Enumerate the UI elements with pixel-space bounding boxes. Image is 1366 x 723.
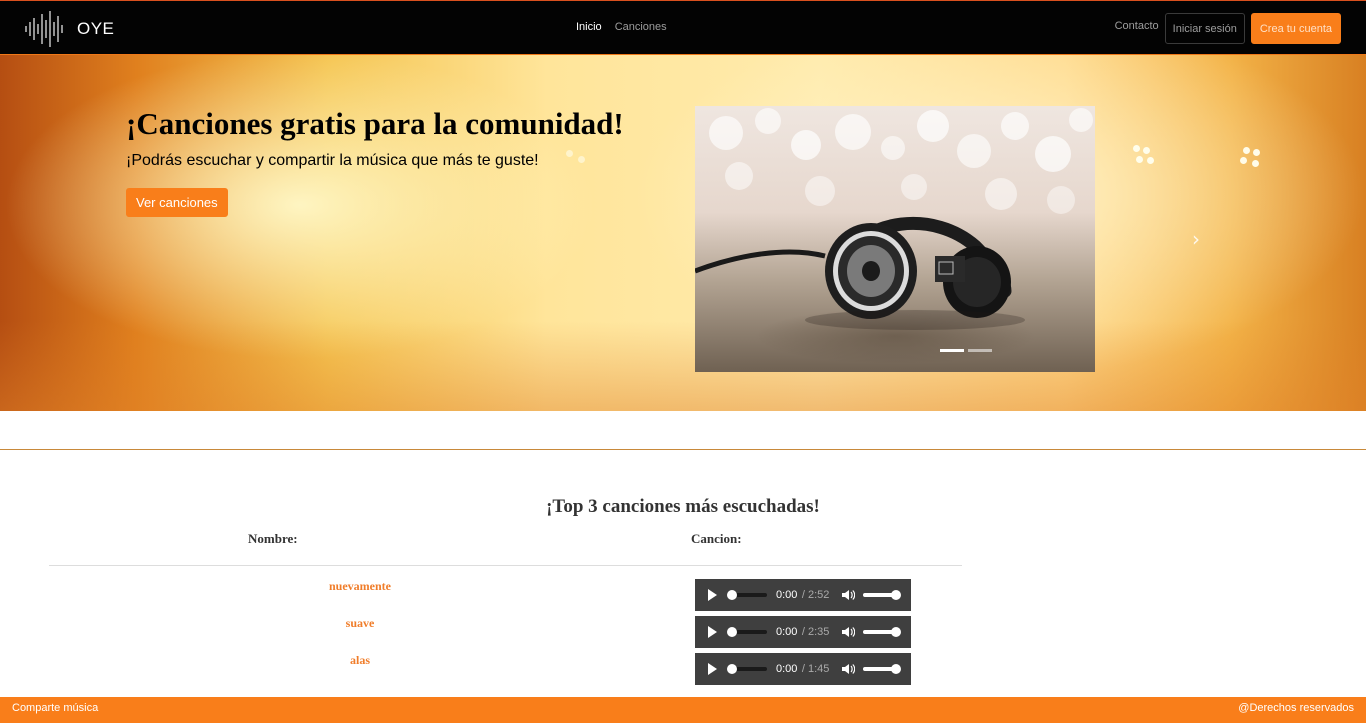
nav-link-canciones[interactable]: Canciones — [615, 21, 667, 33]
hero-title: ¡Canciones gratis para la comunidad! — [126, 106, 624, 141]
duration: / 2:52 — [801, 589, 830, 601]
hero-banner: ¡Canciones gratis para la comunidad! ¡Po… — [0, 55, 1366, 411]
column-header-song: Cancion: — [691, 531, 742, 546]
hero-subtitle: ¡Podrás escuchar y compartir la música q… — [126, 152, 539, 169]
duration: / 2:35 — [801, 626, 830, 638]
column-header-name: Nombre: — [248, 531, 298, 546]
section-divider — [0, 449, 1366, 450]
current-time: 0:00 — [776, 589, 798, 601]
current-time: 0:00 — [776, 663, 798, 675]
audio-player: 0:00 / 1:45 — [695, 653, 911, 685]
brand[interactable]: OYE — [24, 10, 114, 48]
seek-bar[interactable] — [727, 627, 767, 637]
headphones-image — [695, 216, 1025, 330]
footer-copyright: @Derechos reservados — [1238, 702, 1354, 714]
carousel-indicators — [940, 349, 992, 352]
navbar: OYE Inicio Canciones Contacto Iniciar se… — [0, 0, 1366, 55]
seek-bar[interactable] — [727, 590, 767, 600]
top-songs-title: ¡Top 3 canciones más escuchadas! — [546, 496, 820, 517]
song-link[interactable]: suave — [260, 616, 460, 631]
duration: / 1:45 — [801, 663, 830, 675]
footer: Comparte música @Derechos reservados — [0, 697, 1366, 723]
play-icon[interactable] — [708, 663, 717, 675]
current-time: 0:00 — [776, 626, 798, 638]
login-button[interactable]: Iniciar sesión — [1164, 13, 1245, 44]
volume-icon[interactable] — [841, 625, 856, 639]
brand-name: OYE — [77, 19, 115, 38]
play-icon[interactable] — [708, 589, 717, 601]
nav-link-contacto[interactable]: Contacto — [1115, 20, 1159, 32]
chevron-right-icon[interactable]: › — [1192, 227, 1200, 251]
soundwave-logo-icon — [25, 11, 63, 47]
table-header-divider — [49, 565, 962, 566]
volume-icon[interactable] — [841, 662, 856, 676]
signup-button[interactable]: Crea tu cuenta — [1250, 13, 1341, 44]
seek-bar[interactable] — [727, 664, 767, 674]
play-icon[interactable] — [708, 626, 717, 638]
view-songs-button[interactable]: Ver canciones — [126, 188, 228, 217]
main-nav: Inicio Canciones — [576, 21, 667, 33]
volume-icon[interactable] — [841, 588, 856, 602]
carousel-indicator[interactable] — [940, 349, 964, 352]
volume-slider[interactable] — [863, 664, 902, 674]
nav-link-inicio[interactable]: Inicio — [576, 21, 602, 33]
footer-tagline: Comparte música — [12, 702, 99, 714]
audio-player: 0:00 / 2:52 — [695, 579, 911, 611]
volume-slider[interactable] — [863, 590, 902, 600]
carousel-indicator[interactable] — [968, 349, 992, 352]
song-link[interactable]: alas — [260, 653, 460, 668]
image-carousel — [695, 106, 1095, 372]
audio-player: 0:00 / 2:35 — [695, 616, 911, 648]
nav-actions: Contacto Iniciar sesión Crea tu cuenta — [1115, 13, 1341, 44]
song-link[interactable]: nuevamente — [260, 579, 460, 594]
volume-slider[interactable] — [863, 627, 902, 637]
